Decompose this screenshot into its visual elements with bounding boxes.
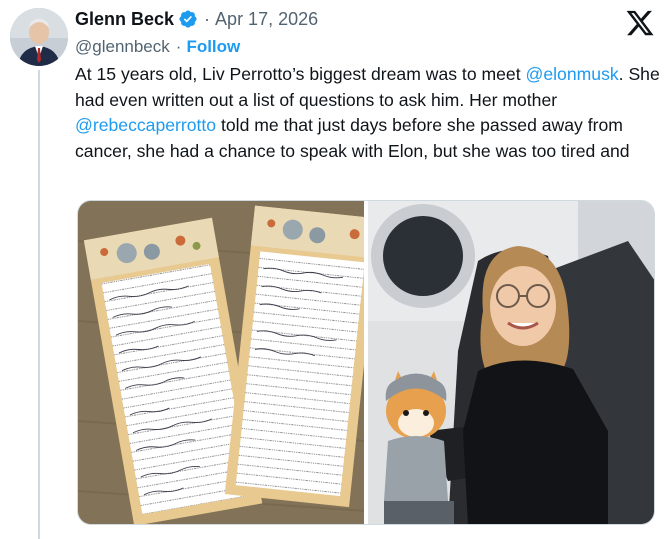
avatar[interactable] bbox=[10, 8, 68, 66]
verified-badge-icon bbox=[178, 9, 198, 29]
follow-button[interactable]: Follow bbox=[186, 37, 240, 57]
mention-rebeccaperrotto[interactable]: @rebeccaperrotto bbox=[75, 115, 216, 135]
handle-row: @glennbeck · Follow bbox=[75, 34, 615, 60]
tweet-header: Glenn Beck · Apr 17, 2026 @glennbeck · F… bbox=[75, 6, 615, 60]
avatar-photo bbox=[10, 8, 68, 66]
photo-girl-in-spacecraft[interactable] bbox=[368, 201, 654, 524]
mention-elonmusk[interactable]: @elonmusk bbox=[526, 64, 619, 84]
header-separator: · bbox=[204, 8, 211, 29]
photo-question-lists[interactable] bbox=[78, 201, 364, 524]
author-handle[interactable]: @glennbeck bbox=[75, 37, 170, 57]
handle-separator: · bbox=[175, 37, 182, 56]
x-logo-icon[interactable] bbox=[625, 8, 655, 38]
thread-line bbox=[38, 70, 40, 539]
media-grid bbox=[77, 200, 655, 525]
tweet-text-part: At 15 years old, Liv Perrotto’s biggest … bbox=[75, 64, 526, 84]
tweet-text: At 15 years old, Liv Perrotto’s biggest … bbox=[75, 62, 660, 164]
tweet[interactable]: Glenn Beck · Apr 17, 2026 @glennbeck · F… bbox=[0, 0, 670, 539]
author-display-name[interactable]: Glenn Beck bbox=[75, 9, 174, 30]
name-row: Glenn Beck · Apr 17, 2026 bbox=[75, 6, 615, 32]
post-date[interactable]: Apr 17, 2026 bbox=[215, 9, 318, 30]
